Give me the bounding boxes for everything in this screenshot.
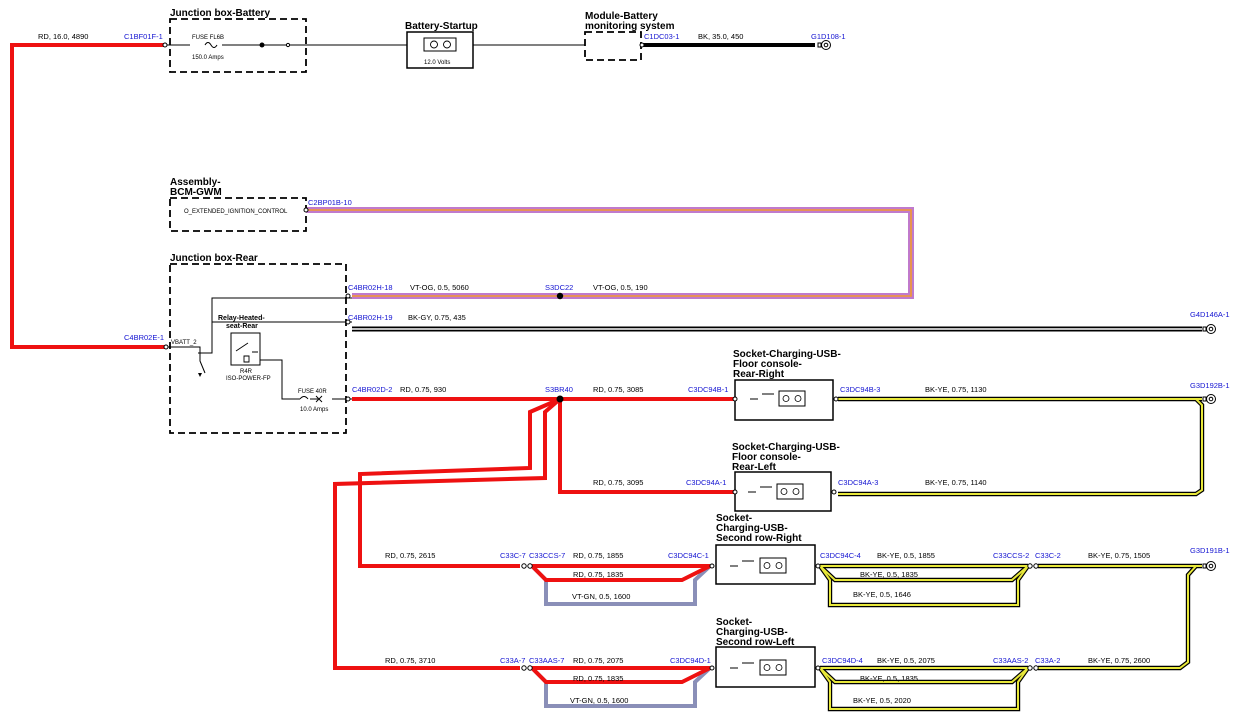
conn-c4br02h18: C4BR02H-18 xyxy=(348,283,393,292)
junction-box-battery: Junction box-Battery FUSE FL6B 150.0 Amp… xyxy=(169,8,307,73)
wire-label: VT-OG, 0.5, 5060 xyxy=(410,283,469,292)
usb-2r-title-3: Second row-Right xyxy=(716,533,802,544)
conn-g1d108: G1D108-1 xyxy=(811,32,846,41)
wire-label: VT-GN, 0.5, 1600 xyxy=(570,696,628,705)
wire-label: BK-YE, 0.5, 2075 xyxy=(877,656,935,665)
conn-c3dc94c4: C3DC94C-4 xyxy=(820,551,861,560)
ground-g4d146a-icon xyxy=(1202,324,1216,334)
splice-dot-icon xyxy=(259,42,265,48)
ground-g3d191b-icon xyxy=(1202,561,1216,571)
conn-c33ccs7: C33CCS-7 xyxy=(529,551,565,560)
ground-arrow-icon xyxy=(198,373,202,377)
splice-s3dc22-icon xyxy=(556,292,564,300)
conn-c3dc94c1: C3DC94C-1 xyxy=(668,551,709,560)
conn-c3dc94a3: C3DC94A-3 xyxy=(838,478,878,487)
relay-title-2: seat-Rear xyxy=(226,323,258,330)
fuse-40r-rating: 10.0 Amps xyxy=(300,407,328,413)
wire-label: VT-GN, 0.5, 1600 xyxy=(572,592,630,601)
bcm-signal-label: O_EXTENDED_IGNITION_CONTROL xyxy=(184,209,288,215)
wire-label: RD, 0.75, 3095 xyxy=(593,478,643,487)
battery-startup: Battery-Startup 12.0 Volts xyxy=(405,21,478,69)
usb-socket-rear-left: Socket-Charging-USB- Floor console- Rear… xyxy=(732,442,840,512)
relay-title-1: Relay-Heated- xyxy=(218,315,265,322)
relay-code-2: ISO-POWER-FP xyxy=(226,376,271,382)
usb-socket-second-right: Socket- Charging-USB- Second row-Right xyxy=(715,513,816,585)
ground-symbols xyxy=(817,40,1216,571)
wire-label: BK, 35.0, 450 xyxy=(698,32,743,41)
connector-labels: C1BF01F-1 C1DC03-1 G1D108-1 C2BP01B-10 C… xyxy=(124,32,1230,665)
wire-label: BK-YE, 0.75, 1130 xyxy=(925,385,987,394)
usb-socket-second-left: Socket- Charging-USB- Second row-Left xyxy=(715,617,816,688)
conn-g3d191b: G3D191B-1 xyxy=(1190,546,1230,555)
conn-c1bf01f: C1BF01F-1 xyxy=(124,32,163,41)
wire-label: RD, 0.75, 3085 xyxy=(593,385,643,394)
conn-c4br02h19: C4BR02H-19 xyxy=(348,313,393,322)
conn-g3d192b: G3D192B-1 xyxy=(1190,381,1230,390)
wire-label: BK-YE, 0.75, 1140 xyxy=(925,478,987,487)
ground-g1d108-icon xyxy=(817,40,831,50)
wire-label: RD, 0.75, 1855 xyxy=(573,551,623,560)
bms-title-2: monitoring system xyxy=(585,21,675,32)
conn-s3dc22: S3DC22 xyxy=(545,283,573,292)
wire-rd-set[interactable] xyxy=(10,43,735,684)
wire-label: RD, 0.75, 2075 xyxy=(573,656,623,665)
wire-label: BK-YE, 0.5, 2020 xyxy=(853,696,911,705)
battery-title: Battery-Startup xyxy=(405,21,478,32)
wire-label: BK-GY, 0.75, 435 xyxy=(408,313,466,322)
wire-label: RD, 0.75, 2615 xyxy=(385,551,435,560)
wire-label: BK-YE, 0.75, 1505 xyxy=(1088,551,1150,560)
conn-c1dc03: C1DC03-1 xyxy=(644,32,679,41)
splice-s3br40-icon xyxy=(556,395,564,403)
jb-battery-title: Junction box-Battery xyxy=(170,8,270,19)
wire-label: RD, 0.75, 3710 xyxy=(385,656,435,665)
thin-connections xyxy=(165,44,585,400)
junction-box-rear: Junction box-Rear VBATT_2 Relay-Heated- … xyxy=(169,253,347,434)
wire-label: BK-YE, 0.5, 1835 xyxy=(860,570,918,579)
conn-c3dc94b3: C3DC94B-3 xyxy=(840,385,880,394)
fuse-icon xyxy=(204,42,218,48)
conn-c33ccs2: C33CCS-2 xyxy=(993,551,1029,560)
conn-c33a7: C33A-7 xyxy=(500,656,525,665)
conn-c33a2: C33A-2 xyxy=(1035,656,1060,665)
wire-label: BK-YE, 0.75, 2600 xyxy=(1088,656,1150,665)
wire-label: RD, 0.75, 1835 xyxy=(573,570,623,579)
fuse-fl6b-label: FUSE FL6B xyxy=(192,35,224,41)
wire-label: RD, 0.75, 930 xyxy=(400,385,446,394)
conn-c2bp01b: C2BP01B-10 xyxy=(308,198,352,207)
conn-c33aas7: C33AAS-7 xyxy=(529,656,564,665)
conn-c4br02e: C4BR02E-1 xyxy=(124,333,164,342)
wire-label: BK-YE, 0.5, 1855 xyxy=(877,551,935,560)
conn-c33c2: C33C-2 xyxy=(1035,551,1061,560)
jb-rear-title: Junction box-Rear xyxy=(170,253,258,264)
conn-c3dc94d1: C3DC94D-1 xyxy=(670,656,711,665)
conn-c4br02d: C4BR02D-2 xyxy=(352,385,392,394)
conn-c3dc94d4: C3DC94D-4 xyxy=(822,656,863,665)
fuse-40r-label: FUSE 40R xyxy=(298,389,327,395)
vbatt-label: VBATT_2 xyxy=(171,340,197,346)
usb-2l-title-3: Second row-Left xyxy=(716,637,795,648)
wire-label: RD, 16.0, 4890 xyxy=(38,32,88,41)
relay-code-1: R4R xyxy=(240,369,253,375)
wire-label: BK-YE, 0.5, 1835 xyxy=(860,674,918,683)
bcm-title-2: BCM-GWM xyxy=(170,187,222,198)
relay-icon xyxy=(230,332,261,366)
ground-g3d192b-icon xyxy=(1202,394,1216,404)
wire-label: VT-OG, 0.5, 190 xyxy=(593,283,648,292)
conn-g4d146a: G4D146A-1 xyxy=(1190,310,1230,319)
fuse-40r-icon xyxy=(299,396,318,400)
conn-s3br40: S3BR40 xyxy=(545,385,573,394)
assembly-bcm-gwm: Assembly- BCM-GWM O_EXTENDED_IGNITION_CO… xyxy=(169,177,307,232)
conn-c3dc94b1: C3DC94B-1 xyxy=(688,385,728,394)
battery-rating: 12.0 Volts xyxy=(424,60,450,66)
conn-c3dc94a1: C3DC94A-1 xyxy=(686,478,726,487)
conn-c33aas2: C33AAS-2 xyxy=(993,656,1028,665)
usb-rr-title-3: Rear-Right xyxy=(733,369,785,380)
wire-label: RD, 0.75, 1835 xyxy=(573,674,623,683)
usb-rl-title-3: Rear-Left xyxy=(732,462,777,473)
usb-socket-rear-right: Socket-Charging-USB- Floor console- Rear… xyxy=(733,349,841,421)
wiring-diagram: Junction box-Battery FUSE FL6B 150.0 Amp… xyxy=(10,8,1230,712)
wire-label: BK-YE, 0.5, 1646 xyxy=(853,590,911,599)
fuse-fl6b-rating: 150.0 Amps xyxy=(192,55,224,61)
conn-c33c7: C33C-7 xyxy=(500,551,526,560)
